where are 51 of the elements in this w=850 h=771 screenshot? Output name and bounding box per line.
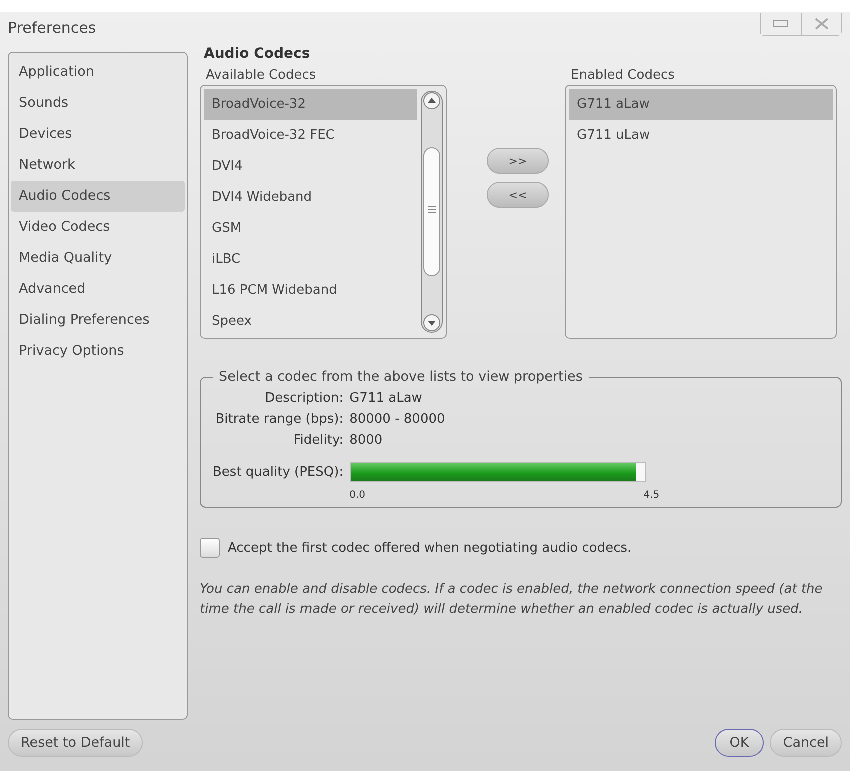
group-legend: Select a codec from the above lists to view properties bbox=[213, 369, 589, 385]
codec-item[interactable]: G711 aLaw bbox=[569, 89, 833, 120]
codec-item[interactable]: G711 uLaw bbox=[569, 120, 833, 151]
sidebar-item[interactable]: Network bbox=[11, 150, 185, 181]
codec-item[interactable]: L16 PCM Wideband bbox=[204, 275, 417, 306]
field-value: G711 aLaw bbox=[350, 391, 424, 406]
field-value: 80000 - 80000 bbox=[350, 412, 446, 427]
help-text: You can enable and disable codecs. If a codec is enabled, the network connection speed (at the time the call is made or received) will determine whether an enabled codec is actually used. bbox=[200, 581, 824, 619]
codec-list[interactable]: G711 aLaw G711 uLaw bbox=[565, 85, 837, 339]
close-icon bbox=[814, 18, 830, 30]
sidebar-item[interactable]: Advanced bbox=[11, 274, 185, 305]
close-button[interactable] bbox=[801, 12, 841, 34]
field-label: Description: bbox=[264, 391, 344, 406]
sidebar-item[interactable]: Application bbox=[11, 57, 185, 88]
sidebar-item[interactable]: Audio Codecs bbox=[11, 181, 185, 212]
window-title: Preferences bbox=[8, 19, 96, 37]
sidebar-item[interactable]: Video Codecs bbox=[11, 212, 185, 243]
sidebar-item[interactable]: Devices bbox=[11, 119, 185, 150]
move-button[interactable]: << bbox=[487, 182, 549, 208]
reset-button[interactable]: Reset to Default bbox=[8, 729, 144, 757]
field-label: Bitrate range (bps): bbox=[214, 412, 344, 427]
cancel-button[interactable]: Cancel bbox=[770, 729, 842, 757]
scrollbar[interactable] bbox=[421, 91, 443, 333]
sidebar-item[interactable]: Media Quality bbox=[11, 243, 185, 274]
checkbox[interactable] bbox=[200, 538, 220, 558]
scroll-down-icon[interactable] bbox=[423, 314, 441, 332]
field-label: Best quality (PESQ): bbox=[213, 464, 344, 480]
tick-label: 0.0 bbox=[350, 490, 366, 501]
scroll-thumb[interactable] bbox=[423, 147, 441, 277]
sidebar-item[interactable]: Sounds bbox=[11, 88, 185, 119]
list-label: Available Codecs bbox=[206, 68, 318, 83]
codec-item[interactable]: BroadVoice-32 bbox=[204, 89, 417, 120]
codec-item[interactable]: GSM bbox=[204, 213, 417, 244]
codec-list[interactable]: BroadVoice-32 BroadVoice-32 FEC DVI4 DVI4 Wideband GSM iLBC L16 PCM Wideband Speex bbox=[200, 85, 447, 339]
sidebar-item[interactable]: Privacy Options bbox=[11, 336, 185, 367]
section-title: Audio Codecs bbox=[204, 46, 312, 62]
codec-item[interactable]: Speex bbox=[204, 306, 417, 337]
tick-label: 4.5 bbox=[644, 490, 660, 501]
checkbox-label[interactable]: Accept the first codec offered when negotiating audio codecs. bbox=[228, 540, 632, 556]
codec-item[interactable]: DVI4 bbox=[204, 151, 417, 182]
move-button[interactable]: >> bbox=[487, 148, 549, 174]
field-label: Fidelity: bbox=[292, 433, 344, 448]
codec-item[interactable]: iLBC bbox=[204, 244, 417, 275]
minimize-icon bbox=[773, 20, 789, 28]
list-label: Enabled Codecs bbox=[571, 68, 676, 83]
codec-item[interactable]: DVI4 Wideband bbox=[204, 182, 417, 213]
ok-button[interactable]: OK bbox=[714, 729, 764, 757]
scroll-up-icon[interactable] bbox=[423, 92, 441, 110]
field-value: 8000 bbox=[350, 433, 384, 448]
sidebar-item[interactable]: Dialing Preferences bbox=[11, 305, 185, 336]
codec-item[interactable]: BroadVoice-32 FEC bbox=[204, 120, 417, 151]
